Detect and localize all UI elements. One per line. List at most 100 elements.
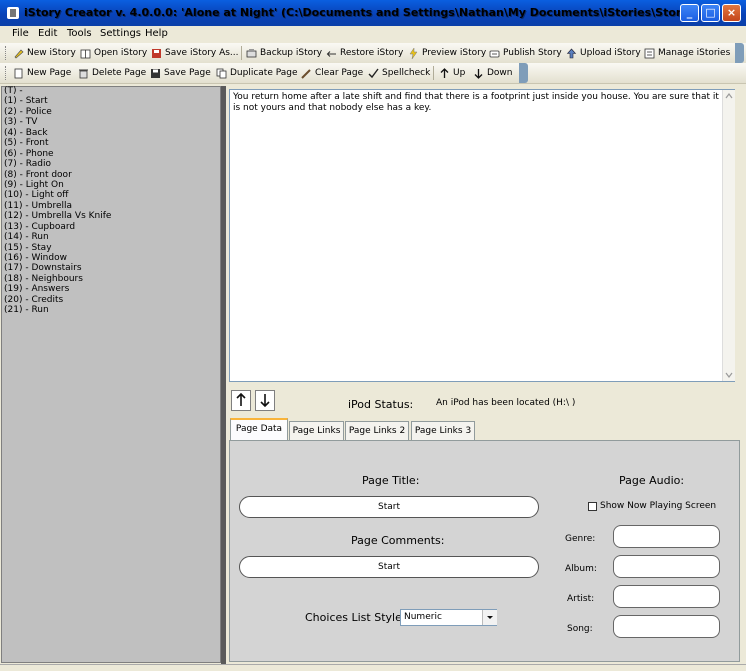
manage-istories-button[interactable]: Manage iStories bbox=[644, 44, 730, 62]
move-up-button[interactable]: Up bbox=[439, 64, 465, 82]
chevron-down-icon[interactable] bbox=[482, 610, 497, 625]
vertical-scrollbar[interactable] bbox=[722, 90, 735, 381]
show-now-playing-label: Show Now Playing Screen bbox=[600, 501, 717, 511]
artist-label: Artist: bbox=[567, 594, 595, 604]
publish-story-button[interactable]: Publish Story bbox=[489, 44, 562, 62]
page-comments-field[interactable]: Start bbox=[239, 556, 539, 578]
toolbar-overflow-button[interactable] bbox=[519, 63, 528, 83]
duplicate-page-button[interactable]: Duplicate Page bbox=[216, 64, 298, 82]
duplicate-icon bbox=[216, 68, 227, 79]
minimize-button[interactable]: _ bbox=[680, 4, 699, 22]
maximize-button[interactable]: □ bbox=[701, 4, 720, 22]
list-item[interactable]: (10) - Light off bbox=[4, 190, 218, 200]
list-item[interactable]: (17) - Downstairs bbox=[4, 263, 218, 273]
close-button[interactable]: × bbox=[722, 4, 741, 22]
genre-label: Genre: bbox=[565, 534, 596, 544]
show-now-playing-checkbox[interactable] bbox=[588, 502, 597, 511]
choices-list-style-select[interactable]: Numeric bbox=[400, 609, 497, 626]
menu-help[interactable]: Help bbox=[145, 28, 168, 39]
list-item[interactable]: (15) - Stay bbox=[4, 243, 218, 253]
artist-field[interactable] bbox=[613, 585, 720, 608]
floppy-icon bbox=[150, 68, 161, 79]
list-item[interactable]: (13) - Cupboard bbox=[4, 222, 218, 232]
new-istory-button[interactable]: New iStory bbox=[13, 44, 76, 62]
window-title: iStory Creator v. 4.0.0.0: 'Alone at Nig… bbox=[24, 6, 688, 19]
story-text-area[interactable] bbox=[229, 89, 735, 382]
toolbar-overflow-button[interactable] bbox=[735, 43, 744, 63]
save-istory-as-button[interactable]: Save iStory As... bbox=[151, 44, 239, 62]
menu-settings[interactable]: Settings bbox=[100, 28, 141, 39]
page-audio-label: Page Audio: bbox=[619, 474, 685, 487]
tab-page-links[interactable]: Page Links bbox=[289, 421, 344, 440]
menu-edit[interactable]: Edit bbox=[38, 28, 57, 39]
list-item[interactable]: (8) - Front door bbox=[4, 170, 218, 180]
delete-page-button[interactable]: Delete Page bbox=[78, 64, 146, 82]
upload-istory-button[interactable]: Upload iStory bbox=[566, 44, 641, 62]
app-icon bbox=[6, 6, 20, 20]
page-comments-label: Page Comments: bbox=[351, 534, 445, 547]
list-item[interactable]: (6) - Phone bbox=[4, 149, 218, 159]
list-item[interactable]: (11) - Umbrella bbox=[4, 201, 218, 211]
manage-icon bbox=[644, 48, 655, 59]
spellcheck-button[interactable]: Spellcheck bbox=[368, 64, 430, 82]
panel-splitter[interactable] bbox=[221, 86, 226, 664]
backup-istory-button[interactable]: Backup iStory bbox=[246, 44, 322, 62]
list-item[interactable]: (19) - Answers bbox=[4, 284, 218, 294]
list-item[interactable]: (20) - Credits bbox=[4, 295, 218, 305]
new-page-button[interactable]: New Page bbox=[13, 64, 71, 82]
list-item[interactable]: (9) - Light On bbox=[4, 180, 218, 190]
menu-tools[interactable]: Tools bbox=[67, 28, 92, 39]
list-item[interactable]: (16) - Window bbox=[4, 253, 218, 263]
choices-list-style-value: Numeric bbox=[404, 612, 442, 622]
preview-istory-button[interactable]: Preview iStory bbox=[408, 44, 486, 62]
page-list[interactable]: (T) - (1) - Start (2) - Police (3) - TV … bbox=[4, 86, 218, 316]
album-label: Album: bbox=[565, 564, 597, 574]
list-item[interactable]: (12) - Umbrella Vs Knife bbox=[4, 211, 218, 221]
restore-arrow-icon bbox=[326, 48, 337, 59]
publish-icon bbox=[489, 48, 500, 59]
arrow-down-icon bbox=[473, 68, 484, 79]
list-item[interactable]: (21) - Run bbox=[4, 305, 218, 315]
book-icon bbox=[80, 48, 91, 59]
new-page-icon bbox=[13, 68, 24, 79]
list-item[interactable]: (4) - Back bbox=[4, 128, 218, 138]
page-title-field[interactable]: Start bbox=[239, 496, 539, 518]
ipod-status-value: An iPod has been located (H:\ ) bbox=[436, 398, 576, 408]
genre-field[interactable] bbox=[613, 525, 720, 548]
ipod-status-label: iPod Status: bbox=[348, 398, 414, 411]
upload-icon bbox=[566, 48, 577, 59]
lightning-icon bbox=[408, 46, 419, 59]
list-item[interactable]: (2) - Police bbox=[4, 107, 218, 117]
page-title-label: Page Title: bbox=[362, 474, 420, 487]
open-istory-button[interactable]: Open iStory bbox=[80, 44, 147, 62]
list-item[interactable]: (5) - Front bbox=[4, 138, 218, 148]
move-up-arrow-button[interactable] bbox=[231, 390, 251, 411]
list-item[interactable]: (1) - Start bbox=[4, 96, 218, 106]
eraser-icon bbox=[301, 68, 312, 79]
restore-istory-button[interactable]: Restore iStory bbox=[326, 44, 403, 62]
clear-page-button[interactable]: Clear Page bbox=[301, 64, 363, 82]
move-down-button[interactable]: Down bbox=[473, 64, 513, 82]
save-as-icon bbox=[151, 48, 162, 59]
album-field[interactable] bbox=[613, 555, 720, 578]
move-down-arrow-button[interactable] bbox=[255, 390, 275, 411]
menu-file[interactable]: File bbox=[12, 28, 29, 39]
arrow-down-icon bbox=[260, 394, 270, 408]
save-page-button[interactable]: Save Page bbox=[150, 64, 211, 82]
list-item[interactable]: (18) - Neighbours bbox=[4, 274, 218, 284]
list-item[interactable]: (7) - Radio bbox=[4, 159, 218, 169]
song-field[interactable] bbox=[613, 615, 720, 638]
arrow-up-icon bbox=[236, 392, 246, 406]
tab-page-data[interactable]: Page Data bbox=[230, 418, 288, 441]
toolbar-separator bbox=[241, 46, 242, 60]
toolbar-grip[interactable] bbox=[5, 66, 9, 80]
checkmark-icon bbox=[368, 68, 379, 79]
tab-page-links-3[interactable]: Page Links 3 bbox=[411, 421, 475, 440]
toolbar-grip[interactable] bbox=[5, 46, 9, 60]
list-item[interactable]: (14) - Run bbox=[4, 232, 218, 242]
story-text[interactable]: You return home after a late shift and f… bbox=[233, 92, 719, 114]
list-item[interactable]: (T) - bbox=[4, 86, 218, 96]
tab-page-links-2[interactable]: Page Links 2 bbox=[345, 421, 409, 440]
list-item[interactable]: (3) - TV bbox=[4, 117, 218, 127]
pencil-icon bbox=[13, 48, 24, 59]
